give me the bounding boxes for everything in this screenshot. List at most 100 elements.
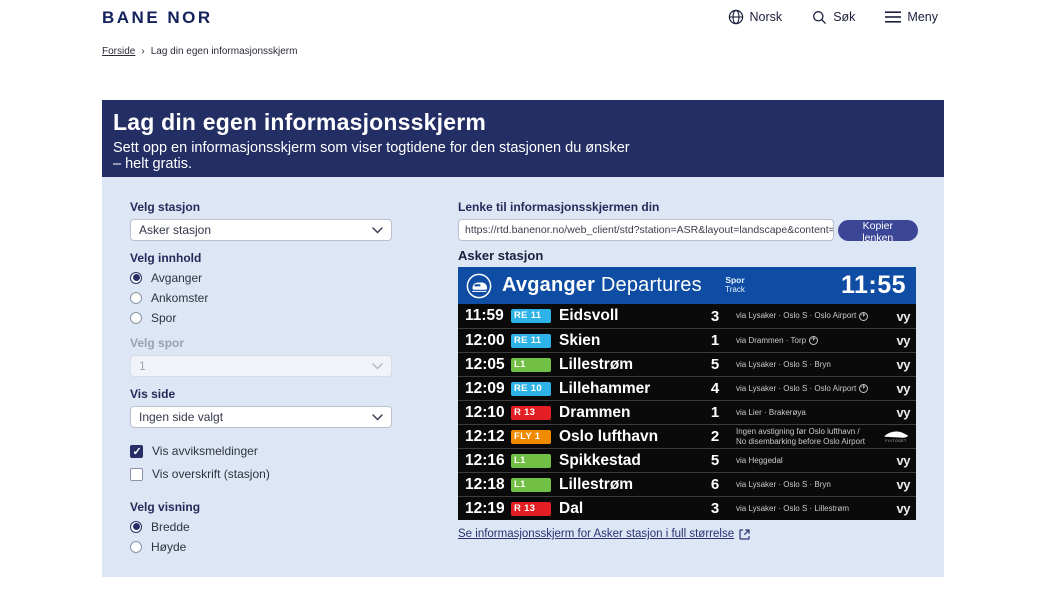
departure-board: Avganger Departures Spor Track 11:55 11:… [458,267,916,520]
radio-spor[interactable]: Spor [130,310,392,325]
destination-name: Drammen [559,403,631,421]
breadcrumb-current: Lag din egen informasjonsskjerm [150,46,298,57]
board-clock: 11:55 [840,271,906,299]
radio-icon [130,291,142,304]
line-badge: FLY 1 [511,429,551,444]
board-header: Avganger Departures Spor Track 11:55 [458,267,916,304]
track-number: 4 [710,380,720,397]
operator-cell: vy [874,381,911,396]
radio-ankomster[interactable]: Ankomster [130,290,392,305]
line-badge: L1 [511,477,551,492]
operator-cell: FLYTOGET [874,429,910,444]
page-title: Lag din egen informasjonsskjerm [113,109,487,135]
departure-time: 12:00 [465,331,505,349]
hero-banner: Lag din egen informasjonsskjerm Sett opp… [102,100,944,177]
checkbox-overskrift-label: Vis overskrift (stasjon) [152,467,270,481]
line-badge: RE 11 [511,333,551,348]
line-badge: L1 [511,453,551,468]
destination-name: Dal [559,499,584,517]
operator-cell: vy [874,357,911,372]
screen-url-input[interactable]: https://rtd.banenor.no/web_client/std?st… [458,219,834,241]
station-select[interactable]: Asker stasjon [130,219,392,241]
checkbox-avviksmeldinger[interactable]: Vis avviksmeldinger [130,444,392,458]
station-select-value: Asker stasjon [139,223,212,237]
radio-avganger-label: Avganger [151,270,203,285]
departure-row: 12:18 L1 Lillestrøm 6 via Lysaker · Oslo… [458,472,916,496]
checkbox-icon [130,444,143,458]
via-line: via Lier · Brakerøya [736,407,806,417]
top-nav: Norsk Søk Meny [728,9,938,25]
via-line: via Lysaker · Oslo S · Bryn [736,359,831,369]
station-label: Velg stasjon [130,200,201,214]
via-line: via Heggedal [736,455,783,465]
via-line: Ingen avstigning før Oslo lufthavn / [736,427,860,437]
vy-logo: vy [896,333,911,348]
radio-bredde-label: Bredde [151,519,190,534]
departure-row: 11:59 RE 11 Eidsvoll 3 via Lysaker · Osl… [458,304,916,328]
radio-bredde[interactable]: Bredde [130,519,392,534]
track-number: 3 [710,500,720,517]
search-icon [813,10,827,24]
via-line: via Lysaker · Oslo S · Oslo Airport [736,311,857,321]
flytoget-logo: FLYTOGET [884,431,908,443]
departure-time: 11:59 [465,307,504,324]
board-rows: 11:59 RE 11 Eidsvoll 3 via Lysaker · Osl… [458,304,916,520]
radio-avganger[interactable]: Avganger [130,270,392,285]
search-button[interactable]: Søk [812,10,855,25]
track-column-header: Spor Track [710,276,760,294]
checkbox-overskrift[interactable]: Vis overskrift (stasjon) [130,467,392,481]
globe-icon [728,9,743,25]
vy-logo: vy [896,501,911,516]
departure-row: 12:19 R 13 Dal 3 via Lysaker · Oslo S · … [458,496,916,520]
line-badge: RE 10 [511,381,551,396]
departure-time: 12:16 [465,451,505,469]
content-label: Velg innhold [130,251,202,265]
radio-spor-label: Spor [151,310,177,325]
vy-logo: vy [896,453,911,468]
track-select-value: 1 [139,359,146,373]
breadcrumb: Forside › Lag din egen informasjonsskjer… [102,46,297,57]
external-link-icon [739,528,750,540]
departure-row: 12:05 L1 Lillestrøm 5 via Lysaker · Oslo… [458,352,916,376]
fullsize-screen-link[interactable]: Se informasjonsskjerm for Asker stasjon … [458,528,750,540]
via-line: via Lysaker · Oslo S · Lillestrøm [736,503,850,513]
breadcrumb-home-link[interactable]: Forside [102,46,135,57]
departure-time: 12:05 [465,355,505,373]
chevron-down-icon [372,362,383,370]
via-text: via Lysaker · Oslo S · Lillestrøm [728,504,874,513]
airport-icon: ✈ [809,336,819,346]
track-number: 5 [710,452,720,469]
main-card: Lag din egen informasjonsskjerm Sett opp… [102,100,944,577]
departure-row: 12:10 R 13 Drammen 1 via Lier · Brakerøy… [458,400,916,424]
via-text: via Heggedal [728,456,874,465]
line-badge: L1 [511,357,551,372]
operator-cell: vy [874,333,911,348]
departure-row: 12:09 RE 10 Lillehammer 4 via Lysaker · … [458,376,916,400]
fullsize-link-label: Se informasjonsskjerm for Asker stasjon … [458,528,735,540]
via-line: via Lysaker · Oslo S · Bryn [736,479,831,489]
via-line: via Lysaker · Oslo S · Oslo Airport [736,383,857,393]
banenor-logo: BANE NOR [102,8,213,27]
radio-hoyde[interactable]: Høyde [130,539,392,554]
copy-link-button[interactable]: Kopier lenken [837,219,918,244]
vy-logo: vy [896,357,911,372]
side-select[interactable]: Ingen side valgt [130,406,392,428]
via-text: via Lysaker · Oslo S · Bryn [728,360,874,369]
via-text: via Lysaker · Oslo S · Bryn [728,480,874,489]
via-text: Ingen avstigning før Oslo lufthavn / No … [728,427,874,445]
track-label: Velg spor [130,336,185,350]
radio-icon [130,311,142,324]
menu-icon [885,11,902,23]
page: BANE NOR Norsk Søk Meny Forside › Lag di… [0,0,1060,596]
via-line-2: No disembarking before Oslo Airport [736,436,865,446]
radio-ankomster-label: Ankomster [151,290,209,305]
vy-logo: vy [896,308,911,324]
menu-button[interactable]: Meny [885,10,938,24]
line-badge: RE 11 [511,309,551,323]
language-button[interactable]: Norsk [728,9,782,25]
link-row: https://rtd.banenor.no/web_client/std?st… [458,219,918,244]
airport-icon: ✈ [859,384,869,394]
checkbox-icon [130,467,143,481]
operator-cell: vy [874,308,911,324]
operator-cell: vy [874,501,911,516]
